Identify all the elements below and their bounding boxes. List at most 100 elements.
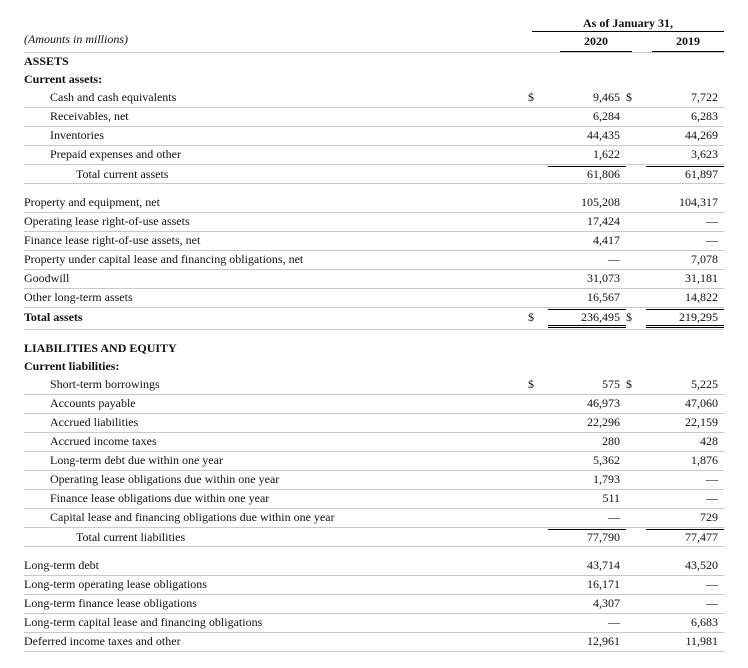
label-ltd-current: Long-term debt due within one year: [24, 453, 528, 468]
label-total-assets: Total assets: [24, 310, 528, 325]
row-ltd: Long-term debt 43,714 43,520: [24, 557, 724, 576]
tca-2019: 61,897: [646, 166, 724, 182]
lt-fin-lease-2019: —: [646, 596, 724, 611]
row-ap: Accounts payable 46,973 47,060: [24, 395, 724, 414]
label-cash: Cash and cash equivalents: [24, 90, 528, 105]
current-assets-title: Current assets:: [24, 72, 528, 87]
row-other-lt: Other long-term assets 16,567 14,822: [24, 289, 724, 308]
label-def-tax: Deferred income taxes and other: [24, 634, 528, 649]
goodwill-2019: 31,181: [646, 271, 724, 286]
section-liabilities: LIABILITIES AND EQUITY: [24, 340, 724, 358]
currency-symbol: $: [626, 377, 646, 392]
receivables-2019: 6,283: [646, 109, 724, 124]
label-other-lt: Other long-term assets: [24, 290, 528, 305]
row-cap-lease-cur: Capital lease and financing obligations …: [24, 509, 724, 528]
other-lt-2020: 16,567: [548, 290, 626, 305]
label-inventories: Inventories: [24, 128, 528, 143]
op-lease-cur-2020: 1,793: [548, 472, 626, 487]
row-cash: Cash and cash equivalents $ 9,465 $ 7,72…: [24, 89, 724, 108]
row-op-rou: Operating lease right-of-use assets 17,4…: [24, 213, 724, 232]
def-tax-2020: 12,961: [548, 634, 626, 649]
label-inc-tax: Accrued income taxes: [24, 434, 528, 449]
row-st-borrow: Short-term borrowings $ 575 $ 5,225: [24, 376, 724, 395]
section-current-assets: Current assets:: [24, 71, 724, 89]
accrued-2020: 22,296: [548, 415, 626, 430]
row-fin-rou: Finance lease right-of-use assets, net 4…: [24, 232, 724, 251]
row-total-current-liabilities: Total current liabilities 77,790 77,477: [24, 528, 724, 547]
label-tca: Total current assets: [24, 167, 528, 182]
cap-lease-prop-2020: —: [548, 252, 626, 267]
lt-cap-lease-2020: —: [548, 615, 626, 630]
currency-symbol: $: [626, 310, 646, 325]
inventories-2020: 44,435: [548, 128, 626, 143]
cap-lease-cur-2020: —: [548, 510, 626, 525]
receivables-2020: 6,284: [548, 109, 626, 124]
label-receivables: Receivables, net: [24, 109, 528, 124]
ppe-2020: 105,208: [548, 195, 626, 210]
label-ppe: Property and equipment, net: [24, 195, 528, 210]
row-cap-lease-prop: Property under capital lease and financi…: [24, 251, 724, 270]
label-accrued: Accrued liabilities: [24, 415, 528, 430]
assets-title: ASSETS: [24, 54, 528, 69]
prepaid-2019: 3,623: [646, 147, 724, 162]
ltd-2019: 43,520: [646, 558, 724, 573]
label-lt-cap-lease: Long-term capital lease and financing ob…: [24, 615, 528, 630]
row-inc-tax: Accrued income taxes 280 428: [24, 433, 724, 452]
label-ap: Accounts payable: [24, 396, 528, 411]
lt-fin-lease-2020: 4,307: [548, 596, 626, 611]
fin-lease-cur-2020: 511: [548, 491, 626, 506]
row-receivables: Receivables, net 6,284 6,283: [24, 108, 724, 127]
row-inventories: Inventories 44,435 44,269: [24, 127, 724, 146]
fin-rou-2020: 4,417: [548, 233, 626, 248]
fin-rou-2019: —: [646, 233, 724, 248]
period-header-row: As of January 31,: [24, 16, 724, 32]
label-prepaid: Prepaid expenses and other: [24, 147, 528, 162]
lt-cap-lease-2019: 6,683: [646, 615, 724, 630]
tcl-2020: 77,790: [548, 529, 626, 545]
row-fin-lease-cur: Finance lease obligations due within one…: [24, 490, 724, 509]
op-rou-2020: 17,424: [548, 214, 626, 229]
label-fin-rou: Finance lease right-of-use assets, net: [24, 233, 528, 248]
goodwill-2020: 31,073: [548, 271, 626, 286]
total-assets-2020: 236,495: [548, 309, 626, 328]
row-op-lease-cur: Operating lease obligations due within o…: [24, 471, 724, 490]
tcl-2019: 77,477: [646, 529, 724, 545]
ap-2019: 47,060: [646, 396, 724, 411]
currency-symbol: $: [626, 90, 646, 105]
row-total-current-assets: Total current assets 61,806 61,897: [24, 165, 724, 184]
label-cap-lease-cur: Capital lease and financing obligations …: [24, 510, 528, 525]
def-tax-2019: 11,981: [646, 634, 724, 649]
currency-symbol: $: [528, 90, 548, 105]
ltd-current-2020: 5,362: [548, 453, 626, 468]
row-ppe: Property and equipment, net 105,208 104,…: [24, 194, 724, 213]
st-borrow-2019: 5,225: [646, 377, 724, 392]
row-lt-op-lease: Long-term operating lease obligations 16…: [24, 576, 724, 595]
row-prepaid: Prepaid expenses and other 1,622 3,623: [24, 146, 724, 165]
caption-row: (Amounts in millions) 2020 2019: [24, 32, 724, 53]
inventories-2019: 44,269: [646, 128, 724, 143]
inc-tax-2019: 428: [646, 434, 724, 449]
amounts-caption: (Amounts in millions): [24, 32, 540, 52]
col-year-2020: 2020: [560, 32, 632, 52]
section-current-liabilities: Current liabilities:: [24, 358, 724, 376]
row-lt-cap-lease: Long-term capital lease and financing ob…: [24, 614, 724, 633]
period-header: As of January 31,: [532, 16, 724, 32]
fin-lease-cur-2019: —: [646, 491, 724, 506]
cap-lease-prop-2019: 7,078: [646, 252, 724, 267]
op-rou-2019: —: [646, 214, 724, 229]
label-op-lease-cur: Operating lease obligations due within o…: [24, 472, 528, 487]
prepaid-2020: 1,622: [548, 147, 626, 162]
total-assets-2019: 219,295: [646, 309, 724, 328]
label-goodwill: Goodwill: [24, 271, 528, 286]
op-lease-cur-2019: —: [646, 472, 724, 487]
ppe-2019: 104,317: [646, 195, 724, 210]
row-total-assets: Total assets $ 236,495 $ 219,295: [24, 308, 724, 330]
label-ltd: Long-term debt: [24, 558, 528, 573]
label-op-rou: Operating lease right-of-use assets: [24, 214, 528, 229]
st-borrow-2020: 575: [548, 377, 626, 392]
row-ltd-current: Long-term debt due within one year 5,362…: [24, 452, 724, 471]
label-cap-lease-prop: Property under capital lease and financi…: [24, 252, 528, 267]
accrued-2019: 22,159: [646, 415, 724, 430]
col-year-2019: 2019: [652, 32, 724, 52]
label-lt-op-lease: Long-term operating lease obligations: [24, 577, 528, 592]
